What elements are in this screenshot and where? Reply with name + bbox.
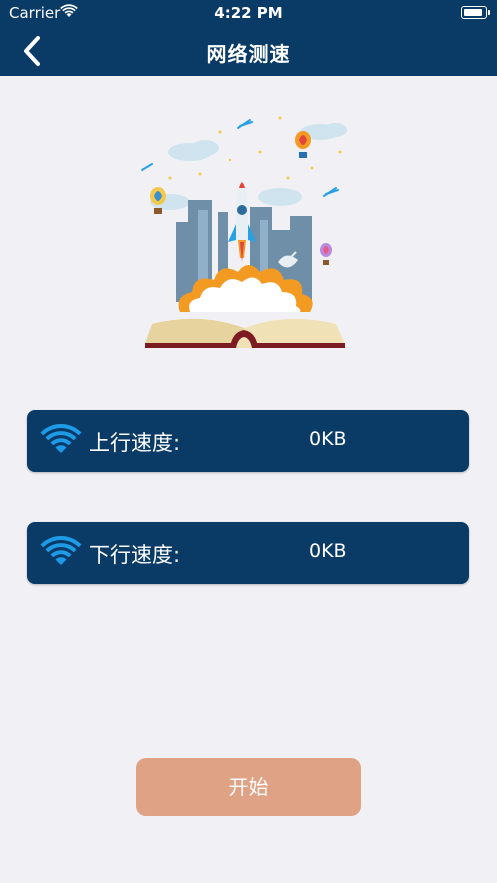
navigation-bar: Carrier 4:22 PM 网络测速 xyxy=(0,0,497,76)
download-speed-value: 0KB xyxy=(309,540,347,562)
rocket-book-illustration xyxy=(141,116,347,348)
download-speed-label: 下行速度: xyxy=(89,543,181,567)
upload-speed-value: 0KB xyxy=(309,428,347,450)
status-bar: Carrier 4:22 PM xyxy=(0,0,497,26)
upload-speed-label: 上行速度: xyxy=(89,431,181,455)
start-button[interactable]: 开始 xyxy=(136,758,361,816)
wifi-icon xyxy=(40,424,82,453)
battery-icon xyxy=(461,6,490,19)
upload-speed-card: 上行速度: 0KB xyxy=(27,410,469,472)
status-time: 4:22 PM xyxy=(214,4,283,22)
page-title: 网络测速 xyxy=(206,42,291,66)
wifi-icon xyxy=(40,536,82,565)
download-speed-card: 下行速度: 0KB xyxy=(27,522,469,584)
